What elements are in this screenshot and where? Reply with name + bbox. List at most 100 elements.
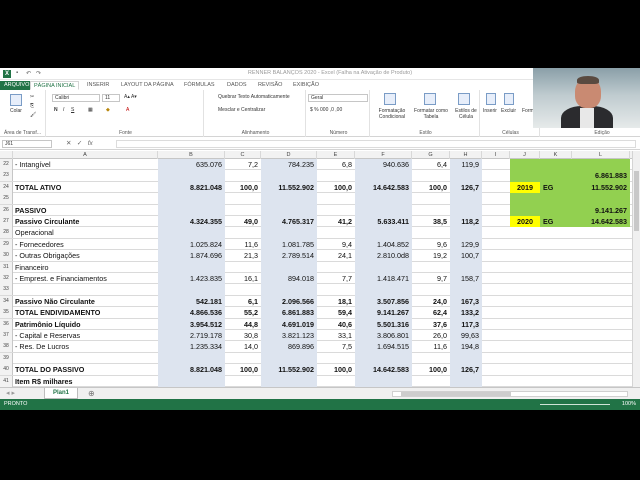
cell-b[interactable]: 635.076 [158, 159, 225, 170]
cell-h[interactable] [450, 205, 482, 216]
cell-a[interactable]: Financeiro [15, 262, 160, 273]
column-header[interactable]: A [13, 151, 158, 159]
cell-b[interactable]: 2.719.178 [158, 330, 225, 341]
cell-d[interactable] [261, 193, 317, 204]
cell-b[interactable]: 1.423.835 [158, 273, 225, 284]
font-name-select[interactable]: Calibri [52, 94, 100, 102]
cell-a[interactable]: - Intangível [15, 159, 160, 170]
tab-formulas[interactable]: FÓRMULAS [181, 81, 218, 90]
row-header[interactable]: 24 [0, 181, 13, 193]
cell-e[interactable] [317, 170, 355, 181]
cell-e[interactable] [317, 353, 355, 364]
cell-styles-button[interactable]: Estilos de Célula [452, 108, 480, 120]
vertical-scrollbar[interactable] [632, 151, 640, 410]
cell-g[interactable]: 11,6 [412, 341, 450, 352]
row-header[interactable]: 26 [0, 204, 13, 216]
cell-b[interactable]: 1.025.824 [158, 239, 225, 250]
row-header[interactable]: 36 [0, 318, 13, 330]
cell-b[interactable] [158, 284, 225, 295]
cell-g[interactable]: 6,4 [412, 159, 450, 170]
cell-g[interactable]: 100,0 [412, 182, 450, 193]
tab-data[interactable]: DADOS [224, 81, 250, 90]
cell-b[interactable] [158, 205, 225, 216]
cell-c[interactable]: 44,8 [225, 319, 261, 330]
side-year[interactable]: 2020 [510, 216, 540, 227]
tab-insert[interactable]: INSERIR [84, 81, 112, 90]
cell-e[interactable]: 100,0 [317, 364, 355, 375]
cell-e[interactable] [317, 376, 355, 387]
cell-e[interactable] [317, 205, 355, 216]
cell-f[interactable] [355, 227, 412, 238]
cell-c[interactable] [225, 227, 261, 238]
cell-b[interactable]: 1.235.334 [158, 341, 225, 352]
cell-g[interactable]: 37,6 [412, 319, 450, 330]
select-all-corner[interactable] [0, 151, 13, 159]
column-header[interactable]: B [158, 151, 225, 159]
column-header[interactable]: D [261, 151, 317, 159]
side-value[interactable]: 14.642.583 [572, 216, 630, 227]
column-header[interactable]: E [317, 151, 355, 159]
cell-b[interactable] [158, 170, 225, 181]
row-header[interactable]: 35 [0, 307, 13, 319]
fill-color-icon[interactable]: ◆ [106, 107, 110, 113]
cell-a[interactable]: Item R$ milhares [15, 376, 160, 387]
cell-styles-icon[interactable] [458, 93, 470, 105]
cell-d[interactable]: 11.552.902 [261, 182, 317, 193]
cell-e[interactable]: 9,4 [317, 239, 355, 250]
enter-icon[interactable]: ✓ [77, 140, 82, 147]
worksheet-grid[interactable]: ABCDEFGHIJKL 22 - Intangível 635.076 7,2 78… [0, 151, 632, 410]
cell-c[interactable]: 7,2 [225, 159, 261, 170]
cell-a[interactable]: Passivo Circulante [15, 216, 160, 227]
cell-d[interactable]: 2.789.514 [261, 250, 317, 261]
insert-button[interactable]: Inserir [483, 108, 497, 114]
cell-f[interactable] [355, 193, 412, 204]
cell-c[interactable]: 6,1 [225, 296, 261, 307]
row-header[interactable]: 39 [0, 352, 13, 364]
cancel-icon[interactable]: ✕ [66, 140, 71, 147]
cell-e[interactable]: 33,1 [317, 330, 355, 341]
name-box[interactable]: J61 [2, 140, 52, 148]
cell-d[interactable]: 869.896 [261, 341, 317, 352]
cell-c[interactable] [225, 262, 261, 273]
copy-icon[interactable]: ⎘ [30, 103, 34, 109]
cell-h[interactable]: 167,3 [450, 296, 482, 307]
cell-a[interactable]: - Fornecedores [15, 239, 160, 250]
cell-f[interactable]: 5.633.411 [355, 216, 412, 227]
cell-e[interactable]: 40,6 [317, 319, 355, 330]
cell-a[interactable] [15, 170, 160, 181]
side-label[interactable]: EG [540, 216, 572, 227]
cell-g[interactable] [412, 262, 450, 273]
cell-d[interactable]: 894.018 [261, 273, 317, 284]
cell-h[interactable] [450, 262, 482, 273]
cell-b[interactable]: 3.954.512 [158, 319, 225, 330]
cell-c[interactable]: 21,3 [225, 250, 261, 261]
cell-g[interactable] [412, 205, 450, 216]
cell-c[interactable]: 100,0 [225, 182, 261, 193]
cell-c[interactable]: 30,8 [225, 330, 261, 341]
cell-a[interactable] [15, 193, 160, 204]
number-format-select[interactable]: Geral [308, 94, 368, 102]
cell-e[interactable]: 24,1 [317, 250, 355, 261]
cell-f[interactable]: 14.642.583 [355, 364, 412, 375]
cell-g[interactable]: 24,0 [412, 296, 450, 307]
cell-d[interactable]: 1.081.785 [261, 239, 317, 250]
column-header[interactable]: C [225, 151, 261, 159]
paste-button[interactable]: Colar [10, 108, 22, 114]
cell-b[interactable] [158, 227, 225, 238]
cell-a[interactable]: TOTAL ENDIVIDAMENTO [15, 307, 160, 318]
cell-f[interactable]: 940.636 [355, 159, 412, 170]
cell-d[interactable]: 4.765.317 [261, 216, 317, 227]
cell-g[interactable]: 9,7 [412, 273, 450, 284]
cell-d[interactable]: 4.691.019 [261, 319, 317, 330]
cell-a[interactable]: PASSIVO [15, 205, 160, 216]
wrap-text-button[interactable]: Quebrar Texto Automaticamente [218, 94, 290, 100]
cell-e[interactable]: 6,8 [317, 159, 355, 170]
cell-c[interactable] [225, 376, 261, 387]
cell-f[interactable]: 2.810.0d8 [355, 250, 412, 261]
cell-c[interactable] [225, 284, 261, 295]
cell-f[interactable] [355, 205, 412, 216]
cell-d[interactable] [261, 227, 317, 238]
cell-c[interactable]: 16,1 [225, 273, 261, 284]
cell-e[interactable] [317, 193, 355, 204]
cell-c[interactable] [225, 205, 261, 216]
